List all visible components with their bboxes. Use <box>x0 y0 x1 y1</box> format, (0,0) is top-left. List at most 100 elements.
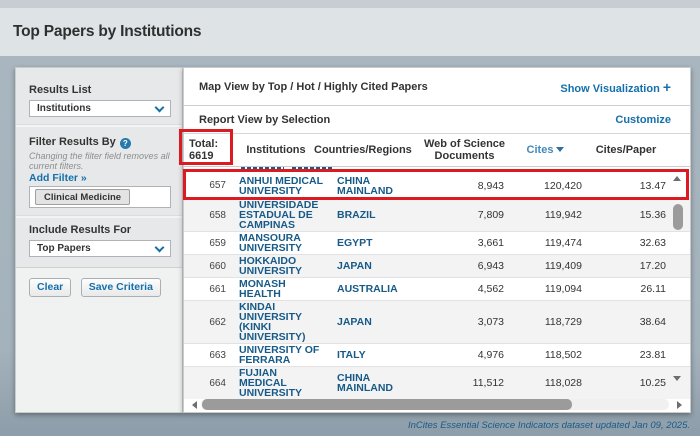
country-label: JAPAN <box>332 317 422 327</box>
sidebar-divider <box>16 124 182 127</box>
cites-per-paper-value: 10.25 <box>584 377 668 389</box>
table-header-row: Total: 6619 Institutions Countries/Regio… <box>184 134 690 167</box>
sort-desc-icon <box>556 147 564 152</box>
table-row: 658UNIVERSIDADE ESTADUAL DE CAMPINASBRAZ… <box>184 198 690 231</box>
cites-per-paper-value: 13.47 <box>584 180 668 192</box>
filter-field-input[interactable]: Clinical Medicine <box>29 186 171 208</box>
clipped-previous-row <box>184 167 690 173</box>
report-view-bar: Report View by Selection Customize <box>184 106 690 134</box>
country-label: EGYPT <box>332 238 422 248</box>
page-title: Top Papers by Institutions <box>13 23 201 41</box>
clear-button[interactable]: Clear <box>29 278 71 297</box>
save-criteria-button[interactable]: Save Criteria <box>81 278 161 297</box>
wos-documents-header[interactable]: Web of Science Documents <box>422 138 507 162</box>
institution-link[interactable]: UNIVERSIDADE ESTADUAL DE CAMPINAS <box>234 200 332 230</box>
scroll-down-icon[interactable] <box>673 376 681 381</box>
chevron-down-icon <box>155 103 165 113</box>
wos-documents-value: 4,562 <box>422 283 507 295</box>
total-header: Total: 6619 <box>184 138 234 162</box>
wos-documents-value: 3,661 <box>422 237 507 249</box>
cites-per-paper-value: 38.64 <box>584 316 668 328</box>
row-rank: 657 <box>184 180 234 191</box>
customize-link[interactable]: Customize <box>615 114 671 126</box>
chevron-down-icon <box>155 243 165 253</box>
cites-value: 119,474 <box>507 237 584 249</box>
table-row: 660HOKKAIDO UNIVERSITYJAPAN6,943119,4091… <box>184 254 690 277</box>
row-rank: 659 <box>184 238 234 249</box>
cites-value: 118,729 <box>507 316 584 328</box>
cites-per-paper-value: 15.36 <box>584 209 668 221</box>
cites-per-paper-value: 26.11 <box>584 283 668 295</box>
country-label: ITALY <box>332 350 422 360</box>
horizontal-scrollbar-thumb[interactable] <box>202 399 572 410</box>
add-filter-link[interactable]: Add Filter » <box>29 172 171 184</box>
include-results-label: Include Results For <box>29 224 171 236</box>
cites-sort-header[interactable]: Cites <box>507 144 584 156</box>
results-list-label: Results List <box>29 84 171 96</box>
window-top-strip <box>0 0 700 8</box>
table-row: 661MONASH HEALTHAUSTRALIA4,562119,09426.… <box>184 277 690 300</box>
country-label: CHINA MAINLAND <box>332 373 422 393</box>
table-row: 659MANSOURA UNIVERSITYEGYPT3,661119,4743… <box>184 231 690 254</box>
wos-documents-value: 4,976 <box>422 349 507 361</box>
cites-per-paper-value: 17.20 <box>584 260 668 272</box>
results-list-dropdown[interactable]: Institutions <box>29 100 171 117</box>
help-icon[interactable]: ? <box>120 138 131 149</box>
scroll-up-icon[interactable] <box>673 176 681 181</box>
institution-link[interactable]: MANSOURA UNIVERSITY <box>234 233 332 253</box>
filter-results-by-label: Filter Results By? <box>29 136 171 149</box>
results-panel: Map View by Top / Hot / Highly Cited Pap… <box>183 67 691 413</box>
row-rank: 664 <box>184 378 234 389</box>
institution-link[interactable]: ANHUI MEDICAL UNIVERSITY <box>234 176 332 196</box>
institution-link[interactable]: UNIVERSITY OF FERRARA <box>234 345 332 365</box>
plus-icon: + <box>663 79 671 95</box>
filter-note: Changing the filter field removes all cu… <box>29 152 171 171</box>
countries-header[interactable]: Countries/Regions <box>332 144 422 156</box>
institution-link[interactable]: MONASH HEALTH <box>234 279 332 299</box>
institution-link[interactable]: FUJIAN MEDICAL UNIVERSITY <box>234 368 332 398</box>
cites-per-paper-header[interactable]: Cites/Paper <box>584 144 668 156</box>
cites-per-paper-value: 32.63 <box>584 237 668 249</box>
row-rank: 661 <box>184 284 234 295</box>
cites-value: 119,094 <box>507 283 584 295</box>
results-list-value: Institutions <box>37 103 91 114</box>
cites-value: 119,409 <box>507 260 584 272</box>
scroll-right-icon[interactable] <box>677 401 682 409</box>
scroll-left-icon[interactable] <box>192 401 197 409</box>
country-label: AUSTRALIA <box>332 284 422 294</box>
sidebar-divider <box>16 215 182 218</box>
country-label: CHINA MAINLAND <box>332 176 422 196</box>
institution-link[interactable]: HOKKAIDO UNIVERSITY <box>234 256 332 276</box>
show-visualization-link[interactable]: Show Visualization+ <box>560 79 671 95</box>
horizontal-scrollbar <box>184 399 690 411</box>
institution-link[interactable]: KINDAI UNIVERSITY (KINKI UNIVERSITY) <box>234 302 332 342</box>
wos-documents-value: 11,512 <box>422 377 507 389</box>
wos-documents-value: 8,943 <box>422 180 507 192</box>
wos-documents-value: 6,943 <box>422 260 507 272</box>
cites-per-paper-value: 23.81 <box>584 349 668 361</box>
country-label: BRAZIL <box>332 210 422 220</box>
row-rank: 663 <box>184 350 234 361</box>
report-view-title: Report View by Selection <box>199 114 330 126</box>
table-row: 663UNIVERSITY OF FERRARAITALY4,976118,50… <box>184 343 690 366</box>
vertical-scrollbar-thumb[interactable] <box>673 204 683 230</box>
table-row: 662KINDAI UNIVERSITY (KINKI UNIVERSITY)J… <box>184 300 690 343</box>
row-rank: 660 <box>184 261 234 272</box>
cites-value: 119,942 <box>507 209 584 221</box>
map-view-bar: Map View by Top / Hot / Highly Cited Pap… <box>184 68 690 106</box>
cites-value: 118,028 <box>507 377 584 389</box>
cites-value: 120,420 <box>507 180 584 192</box>
table-row: 657ANHUI MEDICAL UNIVERSITYCHINA MAINLAN… <box>184 173 690 198</box>
map-view-title: Map View by Top / Hot / Highly Cited Pap… <box>199 81 428 93</box>
table-row: 664FUJIAN MEDICAL UNIVERSITYCHINA MAINLA… <box>184 366 690 399</box>
wos-documents-value: 3,073 <box>422 316 507 328</box>
country-label: JAPAN <box>332 261 422 271</box>
cites-value: 118,502 <box>507 349 584 361</box>
include-results-dropdown[interactable]: Top Papers <box>29 240 171 257</box>
wos-documents-value: 7,809 <box>422 209 507 221</box>
row-rank: 658 <box>184 210 234 221</box>
filters-sidebar: Results List Institutions Filter Results… <box>15 67 183 413</box>
row-rank: 662 <box>184 317 234 328</box>
filter-tag[interactable]: Clinical Medicine <box>35 189 130 205</box>
dataset-updated-note: InCites Essential Science Indicators dat… <box>408 420 690 431</box>
